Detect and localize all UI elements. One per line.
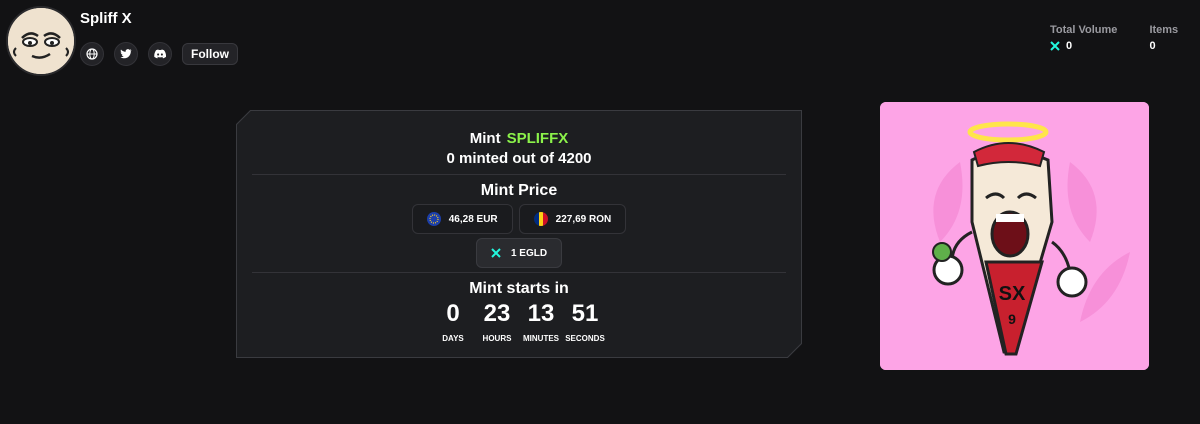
countdown-hours-value: 23 <box>483 300 511 327</box>
mint-panel: Mint SPLIFFX 0 minted out of 4200 Mint Pr… <box>236 110 802 358</box>
mint-starts-title: Mint starts in <box>469 280 569 297</box>
countdown-minutes-value: 13 <box>527 300 555 327</box>
countdown-days: 0 DAYS <box>431 300 475 343</box>
total-volume-label: Total Volume <box>1050 24 1118 36</box>
items-stat: Items 0 <box>1149 24 1178 52</box>
egld-row: 1 EGLD <box>236 238 802 268</box>
countdown-hours-label: HOURS <box>482 334 512 343</box>
countdown-seconds: 51 SECONDS <box>563 300 607 343</box>
divider <box>252 174 786 175</box>
total-volume-value: 0 <box>1066 40 1073 52</box>
eu-flag-icon <box>427 212 441 226</box>
divider <box>252 272 786 273</box>
countdown-minutes: 13 MINUTES <box>519 300 563 343</box>
follow-button[interactable]: Follow <box>182 43 238 65</box>
mint-label: Mint <box>469 130 501 147</box>
countdown-minutes-label: MINUTES <box>523 334 559 343</box>
twitter-button[interactable] <box>114 42 138 66</box>
nft-preview-image[interactable]: SX 9 <box>880 102 1149 370</box>
discord-button[interactable] <box>148 42 172 66</box>
countdown-days-value: 0 <box>446 300 460 327</box>
mint-ticker: SPLIFFX <box>506 130 569 147</box>
price-eur: 46,28 EUR <box>412 204 513 234</box>
collection-stats: Total Volume 0 Items 0 <box>1050 24 1178 52</box>
price-row: 46,28 EUR 227,69 RON <box>236 204 802 234</box>
price-ron-value: 227,69 RON <box>555 213 612 225</box>
twitter-icon <box>120 49 132 59</box>
globe-icon <box>86 48 98 60</box>
egld-icon <box>491 248 501 258</box>
total-volume-row: 0 <box>1050 40 1117 52</box>
countdown-hours: 23 HOURS <box>475 300 519 343</box>
mint-title: Mint SPLIFFX <box>236 130 802 147</box>
spliff-character-icon: SX 9 <box>880 102 1149 370</box>
romania-flag-icon <box>534 212 548 226</box>
price-ron: 227,69 RON <box>519 204 627 234</box>
avatar-face-icon <box>8 8 74 74</box>
countdown: 0 DAYS 23 HOURS 13 MINUTES 51 SECONDS <box>236 300 802 343</box>
svg-text:9: 9 <box>1008 311 1016 327</box>
discord-icon <box>154 49 166 59</box>
mint-price-title: Mint Price <box>480 182 558 199</box>
minted-count: 0 minted out of 4200 <box>446 150 592 167</box>
egld-icon <box>1050 41 1060 51</box>
social-links: Follow <box>80 42 238 66</box>
collection-title: Spliff X <box>80 10 132 27</box>
items-value: 0 <box>1149 40 1156 52</box>
countdown-seconds-label: SECONDS <box>565 334 605 343</box>
items-label: Items <box>1149 24 1179 36</box>
price-egld: 1 EGLD <box>476 238 562 268</box>
collection-avatar <box>6 6 76 76</box>
svg-text:SX: SX <box>999 283 1026 305</box>
total-volume-stat: Total Volume 0 <box>1050 24 1117 52</box>
price-egld-value: 1 EGLD <box>510 247 548 259</box>
price-eur-value: 46,28 EUR <box>448 213 498 225</box>
countdown-seconds-value: 51 <box>571 300 599 327</box>
website-button[interactable] <box>80 42 104 66</box>
countdown-days-label: DAYS <box>442 334 464 343</box>
